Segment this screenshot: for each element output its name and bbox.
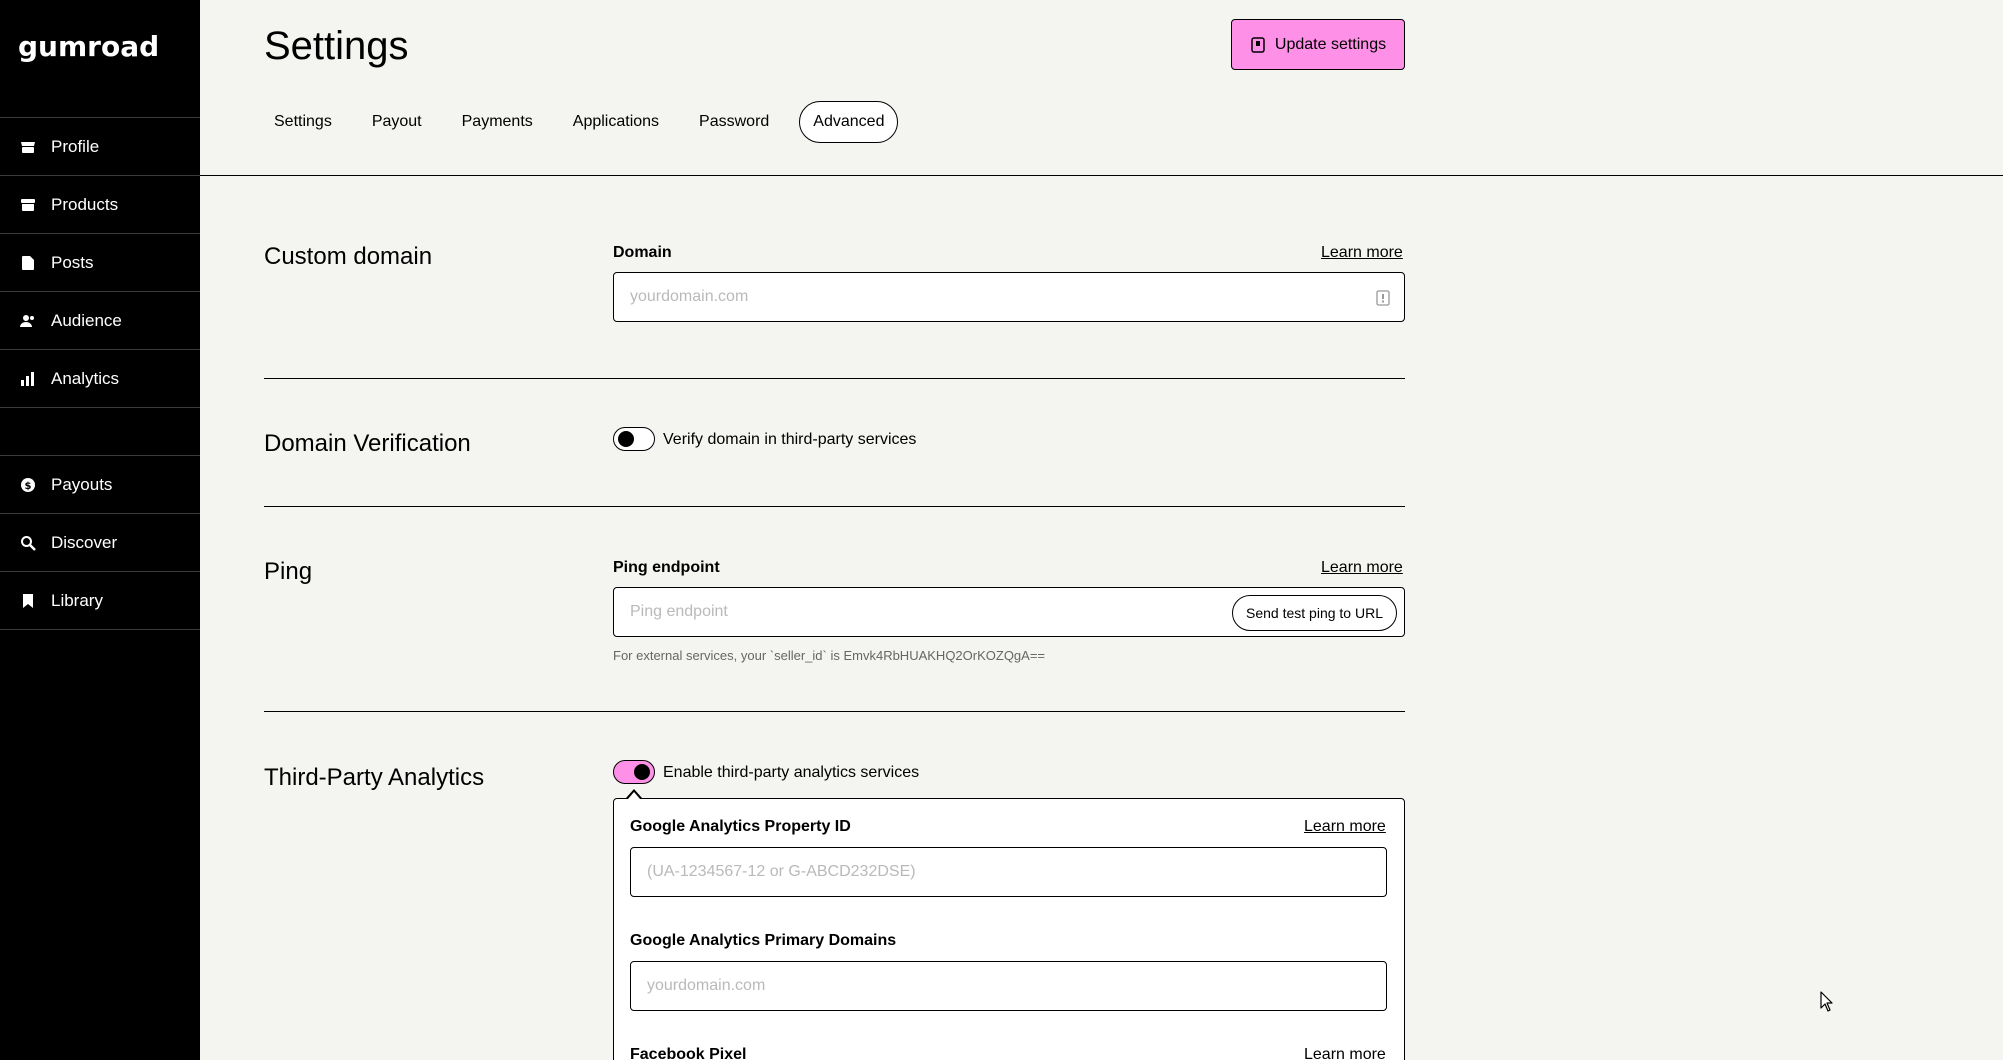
update-settings-button[interactable]: Update settings [1231, 19, 1405, 70]
sidebar-item-payouts[interactable]: $ Payouts [0, 456, 200, 514]
page-header: Settings Update settings Settings Payout… [200, 0, 2003, 176]
ping-learn-more-link[interactable]: Learn more [1321, 559, 1403, 577]
sidebar-item-posts[interactable]: Posts [0, 234, 200, 292]
save-icon [1251, 36, 1265, 53]
tab-settings[interactable]: Settings [264, 101, 342, 143]
sidebar-item-label: Discover [51, 532, 118, 552]
section-divider [264, 378, 1405, 379]
analytics-settings-panel [613, 798, 1405, 1060]
sidebar-item-profile[interactable]: Profile [0, 118, 200, 176]
svg-text:$: $ [25, 481, 32, 492]
domain-label: Domain [613, 244, 672, 261]
sidebar-item-label: Payouts [51, 474, 113, 494]
facebook-pixel-label: Facebook Pixel [630, 1046, 747, 1060]
shop-icon [20, 139, 36, 155]
field-status-icon [1376, 290, 1390, 306]
page-title: Settings [264, 24, 409, 68]
tab-payout[interactable]: Payout [362, 101, 432, 143]
popover-caret-inner [628, 792, 640, 799]
ga-property-id-placeholder: (UA-1234567-12 or G-ABCD232DSE) [647, 863, 916, 880]
verify-domain-toggle[interactable] [613, 427, 655, 451]
sidebar-item-analytics[interactable]: Analytics [0, 350, 200, 408]
enable-analytics-toggle[interactable] [613, 760, 655, 784]
ga-learn-more-link[interactable]: Learn more [1304, 818, 1386, 836]
dollar-circle-icon: $ [20, 477, 36, 493]
ping-endpoint-label: Ping endpoint [613, 559, 720, 576]
tab-applications[interactable]: Applications [563, 101, 669, 143]
toggle-knob [634, 764, 650, 780]
sidebar-item-label: Audience [51, 310, 122, 330]
search-icon [20, 535, 36, 551]
ga-property-id-label: Google Analytics Property ID [630, 818, 851, 835]
tab-password[interactable]: Password [689, 101, 779, 143]
domain-learn-more-link[interactable]: Learn more [1321, 244, 1403, 262]
bar-chart-icon [20, 371, 36, 387]
settings-tabs: Settings Payout Payments Applications Pa… [264, 101, 918, 143]
ping-title: Ping [264, 558, 313, 585]
document-icon [20, 255, 36, 271]
seller-id-hint: For external services, your `seller_id` … [613, 648, 1046, 663]
section-divider [264, 711, 1405, 712]
ga-primary-domains-input[interactable]: yourdomain.com [630, 961, 1387, 1011]
sidebar-item-audience[interactable]: Audience [0, 292, 200, 350]
section-divider [264, 506, 1405, 507]
ping-endpoint-input[interactable]: Ping endpoint Send test ping to URL [613, 587, 1405, 637]
verify-domain-label: Verify domain in third-party services [663, 431, 917, 448]
ping-endpoint-placeholder: Ping endpoint [630, 603, 728, 620]
sidebar-nav-primary: Profile Products Posts Audience Analytic… [0, 117, 200, 408]
analytics-title: Third-Party Analytics [264, 764, 485, 791]
send-test-ping-button[interactable]: Send test ping to URL [1232, 595, 1397, 631]
sidebar-item-label: Products [51, 194, 119, 214]
sidebar-item-label: Analytics [51, 368, 120, 388]
domain-input[interactable]: yourdomain.com [613, 272, 1405, 322]
sidebar: gumroad Profile Products Posts Audience [0, 0, 200, 1060]
ga-primary-domains-placeholder: yourdomain.com [647, 977, 766, 994]
sidebar-item-products[interactable]: Products [0, 176, 200, 234]
ga-primary-domains-label: Google Analytics Primary Domains [630, 932, 897, 949]
tab-payments[interactable]: Payments [452, 101, 543, 143]
facebook-pixel-learn-more-link[interactable]: Learn more [1304, 1046, 1386, 1060]
tab-advanced[interactable]: Advanced [799, 101, 899, 143]
bookmark-icon [20, 593, 36, 609]
sidebar-item-label: Profile [51, 136, 100, 156]
mouse-cursor-icon [1820, 991, 1833, 1012]
sidebar-item-label: Posts [51, 252, 94, 272]
gumroad-logo[interactable]: gumroad [18, 30, 159, 63]
archive-icon [20, 197, 36, 213]
sidebar-item-library[interactable]: Library [0, 572, 200, 630]
sidebar-item-label: Library [51, 590, 103, 610]
ga-property-id-input[interactable]: (UA-1234567-12 or G-ABCD232DSE) [630, 847, 1387, 897]
update-settings-label: Update settings [1274, 35, 1387, 53]
domain-input-placeholder: yourdomain.com [630, 288, 749, 305]
domain-verification-title: Domain Verification [264, 430, 471, 457]
sidebar-item-discover[interactable]: Discover [0, 514, 200, 572]
sidebar-nav-secondary: $ Payouts Discover Library [0, 455, 200, 630]
custom-domain-title: Custom domain [264, 243, 433, 270]
toggle-knob [618, 431, 634, 447]
enable-analytics-label: Enable third-party analytics services [663, 764, 920, 781]
people-icon [20, 313, 36, 329]
